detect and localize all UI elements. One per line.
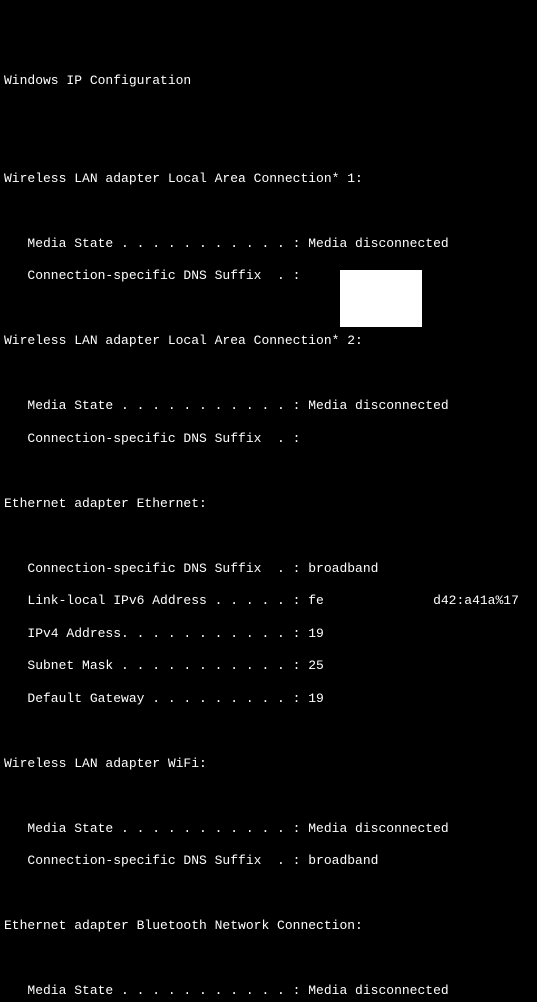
adapter-detail: Media State . . . . . . . . . . . : Medi… [4,236,533,252]
blank-line [4,106,533,122]
adapter-detail: Link-local IPv6 Address . . . . . : fe d… [4,593,533,609]
blank-line [4,301,533,317]
adapter-header: Wireless LAN adapter Local Area Connecti… [4,171,533,187]
blank-line [4,788,533,804]
adapter-header: Ethernet adapter Ethernet: [4,496,533,512]
adapter-header: Wireless LAN adapter Local Area Connecti… [4,333,533,349]
blank-line [4,528,533,544]
adapter-detail: Connection-specific DNS Suffix . : [4,268,533,284]
adapter-detail: Connection-specific DNS Suffix . : [4,431,533,447]
blank-line [4,138,533,154]
blank-line [4,886,533,902]
adapter-detail: Media State . . . . . . . . . . . : Medi… [4,821,533,837]
adapter-detail: Connection-specific DNS Suffix . : broad… [4,853,533,869]
adapter-detail: Media State . . . . . . . . . . . : Medi… [4,983,533,999]
adapter-detail: Connection-specific DNS Suffix . : broad… [4,561,533,577]
adapter-detail: IPv4 Address. . . . . . . . . . . : 19 [4,626,533,642]
adapter-header: Ethernet adapter Bluetooth Network Conne… [4,918,533,934]
ip-config-title: Windows IP Configuration [4,73,533,89]
adapter-detail: Default Gateway . . . . . . . . . : 19 [4,691,533,707]
adapter-detail: Media State . . . . . . . . . . . : Medi… [4,398,533,414]
redaction-overlay [340,270,422,327]
adapter-header: Wireless LAN adapter WiFi: [4,756,533,772]
blank-line [4,366,533,382]
adapter-detail: Subnet Mask . . . . . . . . . . . : 25 [4,658,533,674]
blank-line [4,463,533,479]
blank-line [4,203,533,219]
blank-line [4,723,533,739]
blank-line [4,951,533,967]
